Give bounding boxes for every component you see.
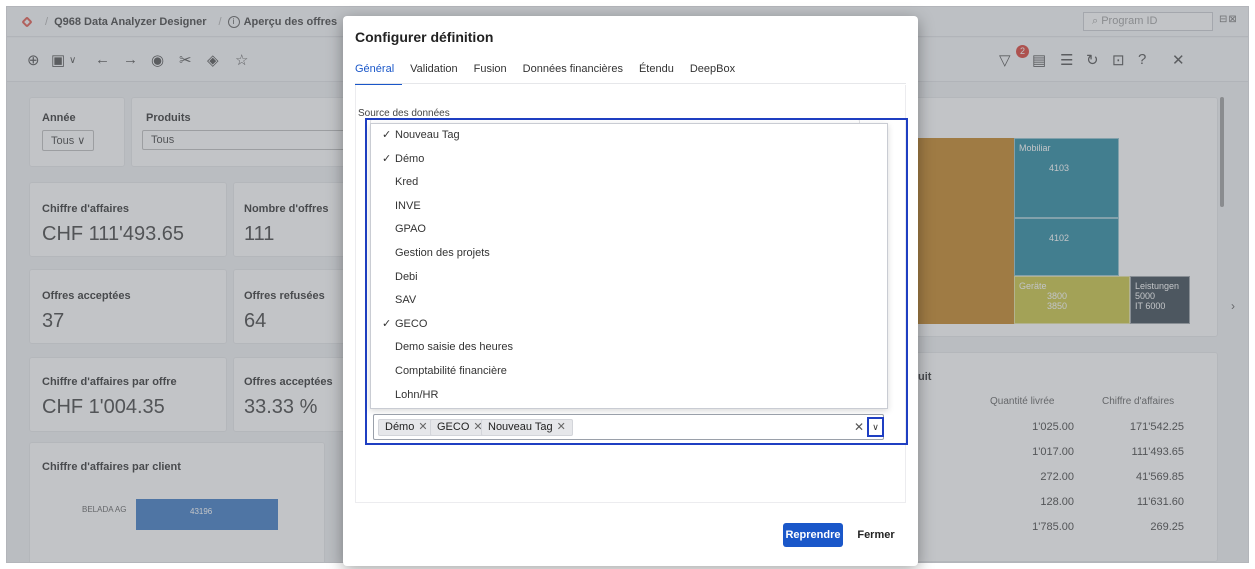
dropdown-option-gpao[interactable]: GPAO [371,218,887,242]
dropdown-option-debi[interactable]: Debi [371,266,887,290]
remove-tag-icon[interactable]: ✕ [418,421,427,433]
option-label: Debi [395,270,418,283]
option-label: Démo [395,152,425,165]
tab-general[interactable]: Général [355,63,403,85]
selected-tag: Démo ✕ [378,419,435,436]
selected-tag: Nouveau Tag ✕ [481,419,573,436]
remove-tag-icon[interactable]: ✕ [557,421,566,433]
dropdown-option-demo[interactable]: ✓ Démo [371,148,887,172]
check-icon: ✓ [382,129,392,141]
tag-label: Démo [385,421,415,433]
option-label: Gestion des projets [395,246,490,259]
resume-button[interactable]: Reprendre [783,523,843,547]
tab-extended[interactable]: Étendu [631,63,682,85]
dropdown-option-comptabilite-financiere[interactable]: Comptabilité financière [371,360,887,384]
dropdown-option-geco[interactable]: ✓ GECO [371,313,887,337]
option-label: Demo saisie des heures [395,341,514,354]
dropdown-option-nouveau-tag[interactable]: ✓ Nouveau Tag [371,124,887,148]
data-source-multiselect[interactable]: Démo ✕ GECO ✕ Nouveau Tag ✕ ✕ ∨ [373,414,884,440]
dropdown-option-sav[interactable]: SAV [371,289,887,313]
tab-bar: Général Validation Fusion Données financ… [355,63,743,85]
data-source-dropdown: ✓ Nouveau Tag ✓ Démo Kred INVE GPAO Gestio… [370,123,888,409]
check-icon: ✓ [382,152,392,165]
configure-definition-dialog: Configurer définition Général Validation… [343,16,918,566]
dropdown-option-lohn-hr[interactable]: Lohn/HR [371,384,887,408]
tab-divider [355,83,906,84]
tag-label: GECO [437,421,470,433]
check-icon: ✓ [382,317,392,330]
option-label: SAV [395,294,417,307]
option-label: INVE [395,199,421,212]
clear-all-icon[interactable]: ✕ [854,420,864,434]
option-label: GPAO [395,223,426,236]
option-label: Comptabilité financière [395,364,507,377]
dialog-title: Configurer définition [355,29,494,45]
tab-validation[interactable]: Validation [402,63,466,85]
dropdown-option-gestion-projets[interactable]: Gestion des projets [371,242,887,266]
option-label: GECO [395,317,428,330]
dropdown-option-demo-saisie-heures[interactable]: Demo saisie des heures [371,336,887,360]
tag-label: Nouveau Tag [488,421,553,433]
tab-deepbox[interactable]: DeepBox [682,63,743,85]
option-label: Kred [395,176,419,189]
chevron-down-icon[interactable]: ∨ [867,417,884,437]
option-label: Lohn/HR [395,388,439,401]
option-label: Nouveau Tag [395,129,460,141]
dropdown-option-kred[interactable]: Kred [371,171,887,195]
tab-financial-data[interactable]: Données financières [515,63,631,85]
dropdown-option-inve[interactable]: INVE [371,195,887,219]
close-button[interactable]: Fermer [851,523,901,547]
tab-fusion[interactable]: Fusion [466,63,515,85]
